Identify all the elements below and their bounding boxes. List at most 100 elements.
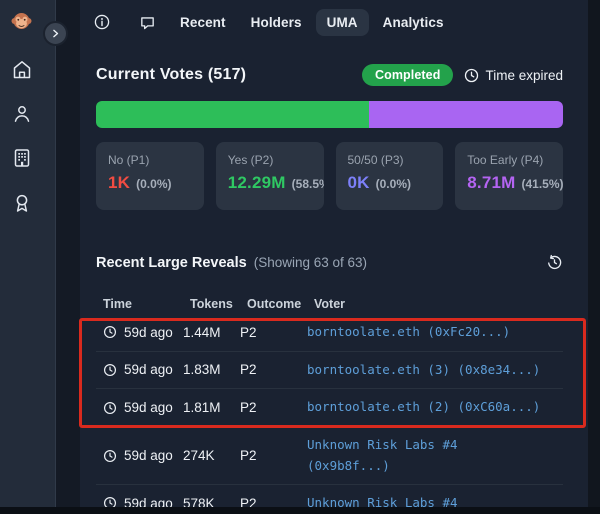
timer-label: Time expired (485, 68, 563, 83)
sidebar-item-rewards[interactable] (11, 192, 33, 214)
cell-outcome: P2 (240, 448, 307, 463)
vote-stat-cards: No (P1)1K(0.0%)Yes (P2)12.29M(58.5%)50/5… (96, 142, 563, 210)
tab-recent[interactable]: Recent (169, 9, 237, 36)
stat-card-percent: (41.5%) (522, 177, 564, 191)
stat-card-percent: (0.0%) (136, 177, 171, 191)
top-nav: RecentHoldersUMAAnalytics (80, 0, 588, 44)
reveals-header: Recent Large Reveals (Showing 63 of 63) (96, 254, 563, 271)
info-icon[interactable] (94, 14, 110, 30)
stat-card-value-row: 1K (0.0%) (108, 173, 193, 193)
stat-card-no-p1: No (P1) 1K (0.0%) (96, 142, 204, 210)
timer: Time expired (464, 68, 563, 83)
stat-card-50-50-p3: 50/50 (P3) 0K (0.0%) (336, 142, 444, 210)
stat-card-value-row: 0K (0.0%) (348, 173, 433, 193)
column-header-tokens: Tokens (190, 297, 247, 311)
progress-segment-too-early-p4 (369, 101, 563, 128)
table-body: 59d ago1.44MP2borntoolate.eth (0xFc20...… (96, 314, 563, 514)
page-title: Current Votes (517) (96, 66, 246, 84)
clock-icon (103, 401, 117, 415)
award-ribbon-icon (11, 192, 33, 214)
time-ago-text: 59d ago (124, 448, 173, 463)
cell-outcome: P2 (240, 325, 307, 340)
clock-icon (464, 68, 479, 83)
clock-icon (103, 449, 117, 463)
stat-card-value-row: 12.29M(58.5%) (228, 173, 313, 193)
voter-line-text: Unknown Risk Labs #4 (307, 435, 563, 456)
voter-line-text: borntoolate.eth (2) (0xC60a...) (307, 397, 563, 418)
stat-card-label: No (P1) (108, 153, 193, 167)
clock-icon (103, 363, 117, 377)
table-header-row: TimeTokensOutcomeVoter (96, 293, 563, 314)
stat-card-value: 0K (348, 173, 370, 192)
stat-card-value: 1K (108, 173, 130, 192)
time-ago-text: 59d ago (124, 400, 173, 415)
progress-segment-yes-p2 (96, 101, 369, 128)
cell-outcome: P2 (240, 400, 307, 415)
voter-line-text: borntoolate.eth (3) (0x8e34...) (307, 360, 563, 381)
stat-card-label: Too Early (P4) (467, 153, 552, 167)
status-badge: Completed (362, 64, 454, 86)
vote-status: Completed Time expired (362, 64, 563, 86)
reveals-title: Recent Large Reveals (96, 255, 247, 271)
history-icon[interactable] (546, 254, 563, 271)
voter-link[interactable]: borntoolate.eth (2) (0xC60a...) (307, 397, 563, 418)
stat-card-percent: (58.5%) (292, 177, 324, 191)
user-avatar-monkey[interactable] (11, 11, 32, 32)
building-icon (11, 147, 33, 169)
cell-time: 59d ago (103, 448, 183, 463)
cell-tokens: 274K (183, 448, 240, 463)
cell-tokens: 1.81M (183, 400, 240, 415)
cell-tokens: 1.83M (183, 362, 240, 377)
stat-card-percent: (0.0%) (376, 177, 411, 191)
table-row: 59d ago 1.83MP2borntoolate.eth (3) (0x8e3… (96, 352, 563, 390)
voter-line-text: (0x9b8f...) (307, 456, 563, 477)
sidebar-item-profile[interactable] (11, 103, 33, 125)
stat-card-label: Yes (P2) (228, 153, 313, 167)
nav-tabs: RecentHoldersUMAAnalytics (169, 9, 455, 36)
voter-line-text: borntoolate.eth (0xFc20...) (307, 322, 563, 343)
sidebar-expand-button[interactable] (43, 21, 68, 46)
sidebar-item-home[interactable] (11, 59, 33, 81)
cell-time: 59d ago (103, 400, 183, 415)
sidebar (0, 0, 56, 514)
tab-uma[interactable]: UMA (316, 9, 369, 36)
right-gutter (588, 0, 600, 514)
column-header-time: Time (103, 297, 190, 311)
time-ago-text: 59d ago (124, 325, 173, 340)
cell-tokens: 1.44M (183, 325, 240, 340)
content-area: Current Votes (517) Completed Time expir… (80, 62, 588, 514)
voter-link[interactable]: Unknown Risk Labs #4(0x9b8f...) (307, 435, 563, 476)
table-row: 59d ago 274KP2Unknown Risk Labs #4(0x9b8f… (96, 427, 563, 485)
stat-card-value: 12.29M (228, 173, 286, 192)
votes-header: Current Votes (517) Completed Time expir… (96, 62, 563, 88)
home-icon (11, 59, 33, 81)
column-header-outcome: Outcome (247, 297, 314, 311)
tab-analytics[interactable]: Analytics (372, 9, 455, 36)
stat-card-yes-p2: Yes (P2)12.29M(58.5%) (216, 142, 324, 210)
clock-icon (103, 325, 117, 339)
chat-icon[interactable] (139, 14, 156, 31)
table-row: 59d ago 1.44MP2borntoolate.eth (0xFc20...… (96, 314, 563, 352)
bottom-edge-strip (0, 507, 600, 514)
cell-time: 59d ago (103, 362, 183, 377)
sidebar-item-organization[interactable] (11, 147, 33, 169)
voter-link[interactable]: borntoolate.eth (3) (0x8e34...) (307, 360, 563, 381)
stat-card-label: 50/50 (P3) (348, 153, 433, 167)
user-icon (11, 103, 33, 125)
stat-card-value: 8.71M (467, 173, 515, 192)
main-panel: RecentHoldersUMAAnalytics Current Votes … (80, 0, 588, 514)
monkey-face-icon (11, 11, 32, 32)
tab-holders[interactable]: Holders (240, 9, 313, 36)
reveals-table: TimeTokensOutcomeVoter 59d ago1.44MP2bor… (96, 293, 563, 514)
chevron-right-icon (50, 28, 61, 39)
reveals-subtitle: (Showing 63 of 63) (254, 255, 367, 270)
cell-time: 59d ago (103, 325, 183, 340)
table-row: 59d ago 1.81MP2borntoolate.eth (2) (0xC60… (96, 389, 563, 427)
stat-card-too-early-p4: Too Early (P4)8.71M(41.5%) (455, 142, 563, 210)
time-ago-text: 59d ago (124, 362, 173, 377)
cell-outcome: P2 (240, 362, 307, 377)
voter-link[interactable]: borntoolate.eth (0xFc20...) (307, 322, 563, 343)
stat-card-value-row: 8.71M(41.5%) (467, 173, 552, 193)
vote-progress-bar (96, 101, 563, 128)
column-header-voter: Voter (314, 297, 563, 311)
